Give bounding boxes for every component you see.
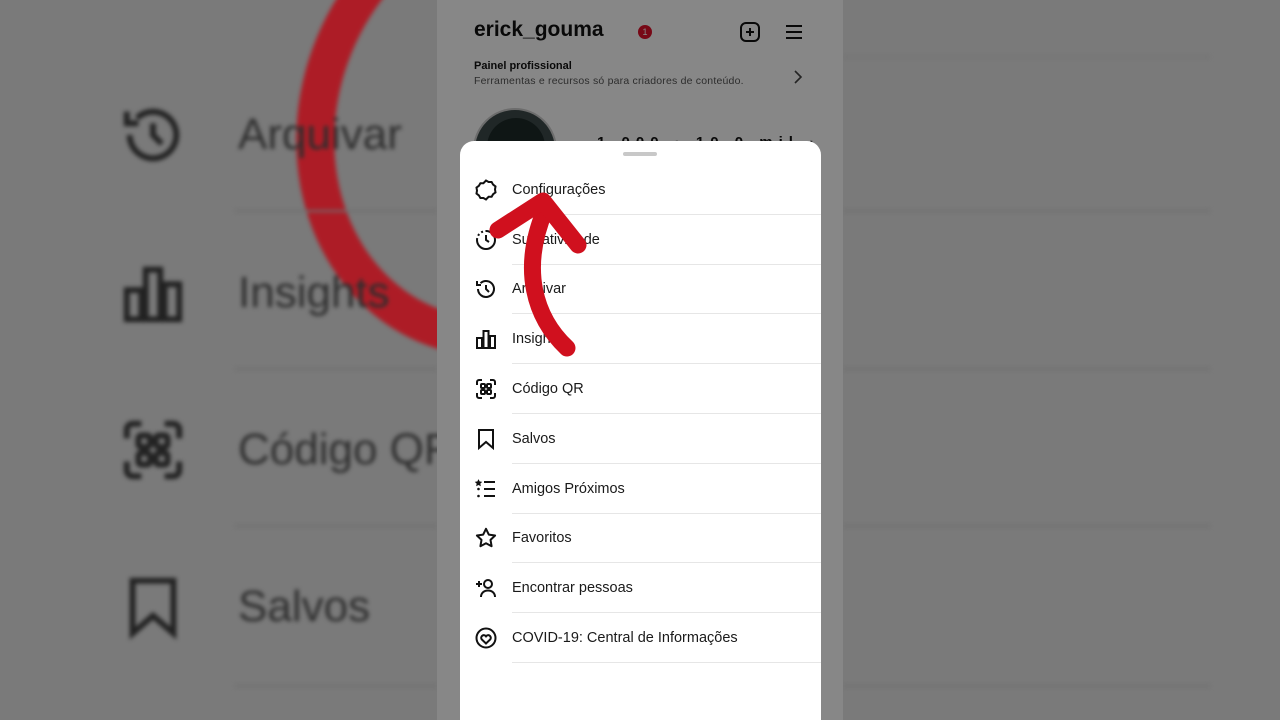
divider [843,210,1210,212]
menu-item-label: Salvos [512,430,556,447]
divider [235,685,437,687]
star-icon [474,526,498,550]
background-item-saved: Salvos [118,572,370,642]
settings-gear-icon [474,178,498,202]
background-zoom-left: Arquivar Insights Código QR Salvos [0,0,437,720]
menu-item-label: Configurações [512,181,606,198]
phone-screen: erick_gouma 1 Painel profissional Ferram… [437,0,843,720]
sheet-grabber[interactable] [623,152,657,156]
menu-item-favorites[interactable]: Favoritos [460,514,821,564]
menu-item-covid-info[interactable]: COVID-19: Central de Informações [460,613,821,663]
menu-list: Configurações Sua atividade Arquivar Ins… [460,165,821,663]
close-friends-list-icon [474,477,498,501]
menu-item-saved[interactable]: Salvos [460,414,821,464]
divider [235,525,437,527]
menu-item-label: Arquivar [512,281,566,298]
add-person-icon [474,576,498,600]
menu-item-find-people[interactable]: Encontrar pessoas [460,563,821,614]
menu-item-label: Favoritos [512,530,572,547]
background-item-archive: Arquivar [118,100,402,170]
background-item-label: Insights [238,268,390,317]
divider [512,661,821,663]
activity-icon [474,228,498,252]
qr-code-icon [474,377,498,401]
background-item-label: Salvos [238,582,371,631]
menu-item-your-activity[interactable]: Sua atividade [460,215,821,265]
menu-item-archive[interactable]: Arquivar [460,265,821,315]
menu-item-label: Amigos Próximos [512,480,625,497]
menu-item-label: Sua atividade [512,231,600,248]
menu-item-settings[interactable]: Configurações [460,165,821,215]
background-zoom-right [843,0,1280,720]
bar-chart-icon [474,327,498,351]
bottom-sheet-menu: Configurações Sua atividade Arquivar Ins… [460,141,821,720]
bookmark-icon [474,427,498,451]
divider [235,210,437,212]
covid-info-icon [474,626,498,650]
divider [843,56,1210,58]
background-item-insights: Insights [118,258,390,328]
history-icon [474,277,498,301]
menu-item-insights[interactable]: Insights [460,314,821,365]
divider [235,368,437,370]
divider [843,685,1210,687]
menu-item-label: COVID-19: Central de Informações [512,630,738,647]
menu-item-label: Encontrar pessoas [512,580,633,597]
divider [843,368,1210,370]
menu-item-label: Insights [512,331,562,348]
history-icon [123,108,180,162]
qr-code-icon [123,420,183,480]
menu-item-close-friends[interactable]: Amigos Próximos [460,464,821,514]
background-item-qr: Código QR [118,415,437,485]
bar-chart-icon [123,266,183,323]
menu-item-qr-code[interactable]: Código QR [460,364,821,414]
background-red-arrow-arc [230,0,437,418]
background-item-label: Arquivar [238,110,402,159]
menu-item-label: Código QR [512,381,584,398]
background-item-label: Código QR [238,425,437,474]
divider [843,525,1210,527]
bookmark-icon [129,577,177,640]
